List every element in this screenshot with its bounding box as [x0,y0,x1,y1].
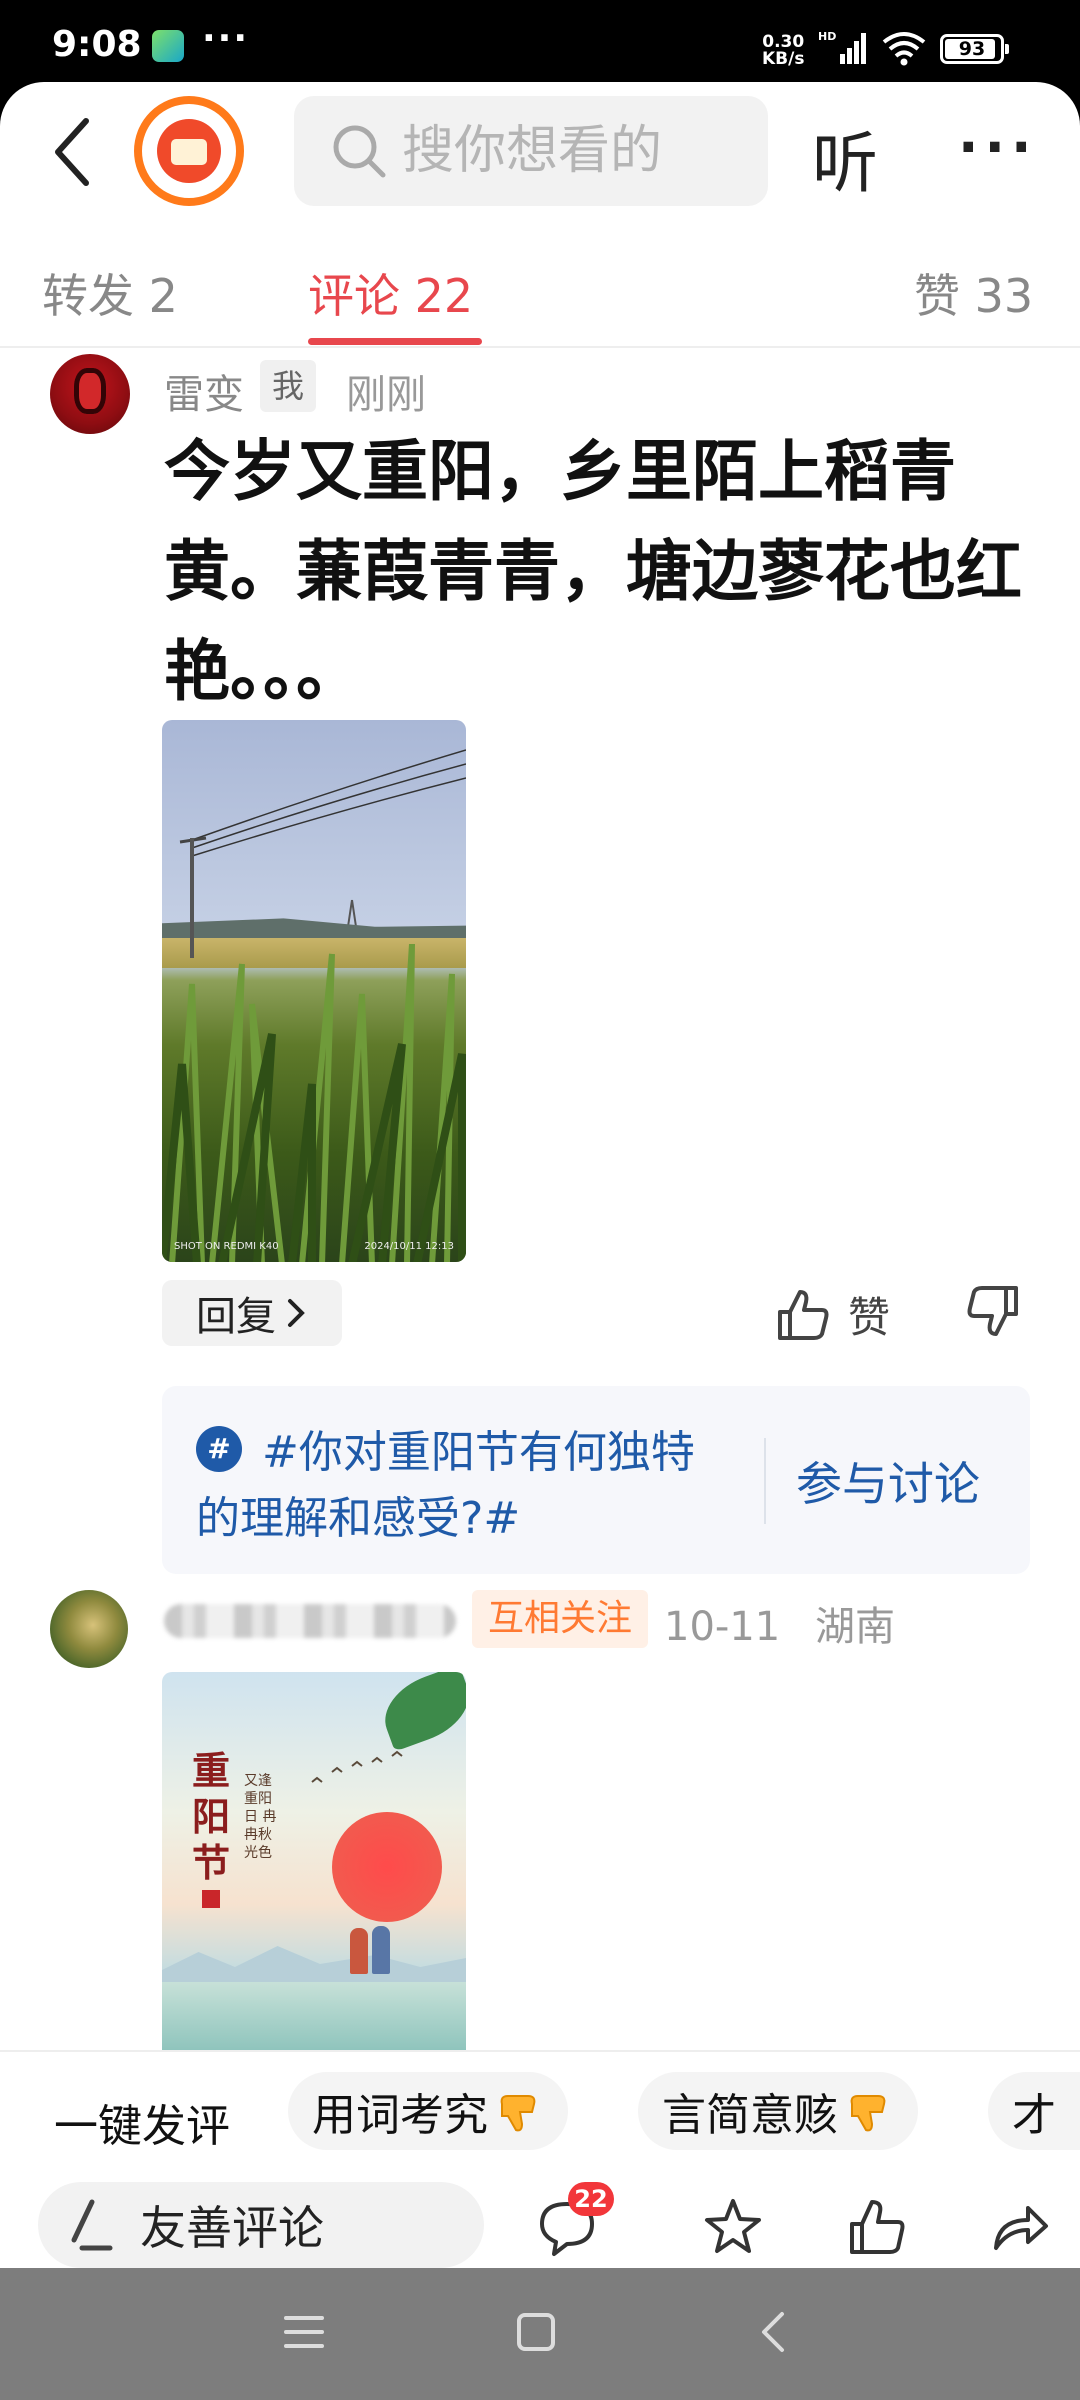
topic-divider [764,1438,766,1524]
quick-reply-label: 一键发评 [54,2101,230,2152]
osmanthus-branch [374,1672,466,1752]
poster-poem: 又逢重阳日 冉冉秋光色 [244,1773,277,1861]
photo-watermark-right: 2024/10/11 12:13 [364,1241,454,1252]
topic-text[interactable]: #你对重阳节有何独特的理解和感受?# [196,1420,716,1552]
avatar[interactable] [50,354,130,434]
quick-reply-chip[interactable]: 言简意赅 [638,2072,918,2150]
join-discussion-button[interactable]: 参与讨论 [796,1448,980,1514]
utility-pole [190,838,194,958]
chip-label: 言简意赅 [662,2090,838,2141]
thumbs-up-icon [778,1289,829,1340]
quick-reply-chip[interactable]: 用词考究 [288,2072,568,2150]
bottom-action-bar: 友善评论 22 [0,2172,1080,2268]
reply-label: 回复 [196,1294,276,1340]
tab-likes[interactable]: 赞 33 [914,260,1033,326]
status-more-icon: ··· [202,18,250,59]
tab-comments[interactable]: 评论 22 [308,260,473,326]
photo-watermark-left: SHOT ON REDMI K40 [174,1241,279,1252]
elderly-person-right [372,1926,390,1974]
red-seal [202,1890,220,1908]
thumbs-down-emoji-icon [500,2095,536,2132]
chip-label: 用词考究 [312,2090,488,2141]
star-icon[interactable] [702,2196,764,2258]
active-tab-indicator [308,338,482,345]
reply-button[interactable]: 回复 [162,1280,342,1346]
search-icon [333,125,386,178]
listen-button[interactable]: 听 [812,110,878,206]
menu-icon[interactable] [282,2310,326,2354]
tab-bar: 转发 2 评论 22 赞 33 [0,220,1080,348]
quick-reply-chip[interactable]: 才 [988,2072,1080,2150]
hd-label: HD [818,30,836,43]
thumbs-up-icon[interactable] [846,2196,908,2258]
search-input[interactable] [402,121,722,181]
app-notification-icon [152,30,184,62]
comment-placeholder: 友善评论 [140,2201,324,2255]
like-label: 赞 [848,1293,891,1342]
top-bar: 听 ··· [0,82,1080,220]
status-time: 9:08 [52,24,142,65]
comment-location: 湖南 [814,1604,895,1650]
comment-username[interactable]: 雷变 [164,362,244,420]
poster-title: 重阳节 [192,1748,231,1885]
sun [332,1812,442,1922]
battery-icon: 93 [940,34,1009,64]
comment-count-badge: 22 [568,2182,614,2216]
more-button[interactable]: ··· [958,116,1038,179]
chip-label: 才 [1012,2090,1056,2141]
red-envelope-icon [157,119,221,183]
quick-reply-bar: 一键发评 用词考究 言简意赅 才 [0,2050,1080,2170]
back-nav-icon[interactable] [752,2310,796,2354]
water [162,1982,466,2050]
topic-card[interactable]: # #你对重阳节有何独特的理解和感受?# 参与讨论 [162,1386,1030,1574]
tab-reposts[interactable]: 转发 2 [42,260,178,326]
network-speed-unit: KB/s [762,49,805,69]
like-button[interactable]: 赞 [776,1284,890,1345]
red-envelope-button[interactable] [134,96,244,206]
back-button[interactable] [42,114,102,190]
wifi-icon [882,32,926,66]
app-container: 听 ··· 转发 2 评论 22 赞 33 雷变 我 刚刚 今岁又重阳，乡里陌上… [0,82,1080,2268]
phone-screen: 9:08 ··· 0.30 KB/s HD 93 搜你想看的 听 ··· 转发 … [0,0,1080,2400]
mutual-follow-badge: 互相关注 [472,1590,649,1648]
avatar[interactable] [50,1590,128,1668]
battery-level: 93 [958,38,986,60]
birds [311,1750,403,1783]
grass-foreground [162,944,466,1262]
comment-photo-chongyang-poster[interactable]: 重阳节 又逢重阳日 冉冉秋光色 [162,1672,466,2050]
thumbs-down-emoji-icon [850,2095,886,2132]
comment-date: 10-11 [664,1604,781,1650]
status-bar: 9:08 ··· 0.30 KB/s HD 93 [0,0,1080,82]
system-navigation-bar [0,2268,1080,2400]
share-icon[interactable] [988,2196,1050,2258]
comment-photo-rice-field[interactable]: SHOT ON REDMI K40 2024/10/11 12:13 [162,720,466,1262]
network-speed: 0.30 KB/s [762,34,804,68]
search-bar[interactable] [294,96,768,206]
me-badge: 我 [260,360,317,412]
comment-meta: 10-11 湖南 [664,1594,895,1652]
dislike-button[interactable] [966,1284,1020,1342]
elderly-person-left [350,1928,368,1974]
home-icon[interactable] [514,2310,558,2354]
thumbs-down-icon [967,1286,1018,1336]
comment-input[interactable]: 友善评论 [38,2182,484,2268]
blurred-username[interactable] [164,1604,456,1638]
pen-icon [71,2199,113,2251]
chevron-right-icon [288,1299,305,1327]
comment-time: 刚刚 [346,372,426,418]
chevron-left-icon [55,118,89,186]
cell-signal-icon: HD [818,30,866,64]
comment-list[interactable]: 雷变 我 刚刚 今岁又重阳，乡里陌上稻青黄。蒹葭青青，塘边蓼花也红艳。。。 SH… [0,350,1080,2050]
comment-text: 今岁又重阳，乡里陌上稻青黄。蒹葭青青，塘边蓼花也红艳。。。 [164,433,1022,710]
